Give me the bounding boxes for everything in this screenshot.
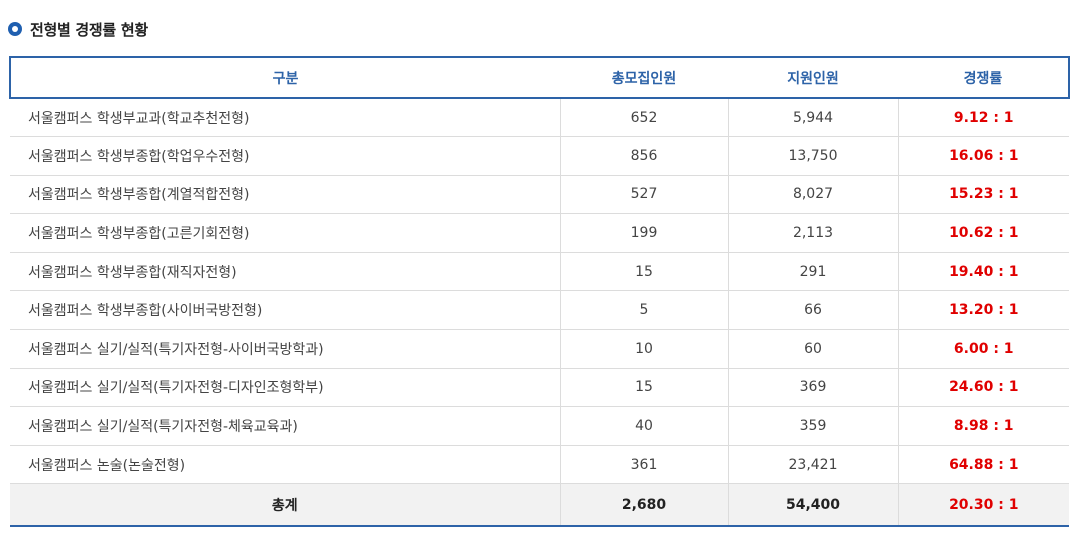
row-rate-cell: 64.88 : 1 (898, 445, 1069, 485)
row-name-cell: 서울캠퍼스 학생부교과(학교추천전형) (10, 98, 561, 138)
total-rate: 20.30 : 1 (898, 483, 1069, 527)
total-quota: 2,680 (560, 483, 729, 527)
row-name-cell: 서울캠퍼스 논술(논술전형) (10, 445, 561, 485)
row-quota-cell: 199 (560, 213, 729, 253)
row-name-cell: 서울캠퍼스 학생부종합(재직자전형) (10, 252, 561, 292)
row-name-cell: 서울캠퍼스 실기/실적(특기자전형-디자인조형학부) (10, 368, 561, 408)
section-header: 전형별 경쟁률 현황 (8, 18, 148, 40)
table-row: 서울캠퍼스 실기/실적(특기자전형-체육교육과) 40 359 8.98 : 1 (10, 406, 1069, 446)
total-label: 총계 (10, 483, 561, 527)
table-header-row: 구분 총모집인원 지원인원 경쟁률 (9, 56, 1070, 99)
row-name-cell: 서울캠퍼스 학생부종합(사이버국방전형) (10, 290, 561, 331)
row-applicants-cell: 13,750 (728, 136, 899, 176)
row-quota-cell: 10 (560, 329, 729, 369)
row-quota-cell: 40 (560, 406, 729, 446)
section-title: 전형별 경쟁률 현황 (30, 20, 148, 39)
row-rate-cell: 13.20 : 1 (898, 290, 1069, 331)
row-rate-cell: 8.98 : 1 (898, 406, 1069, 446)
row-quota-cell: 856 (560, 136, 729, 176)
row-applicants-cell: 60 (728, 329, 899, 369)
row-name-cell: 서울캠퍼스 실기/실적(특기자전형-사이버국방학과) (10, 329, 561, 369)
competition-rate-table: 구분 총모집인원 지원인원 경쟁률 서울캠퍼스 학생부교과(학교추천전형) 652… (9, 56, 1070, 527)
row-applicants-cell: 66 (728, 290, 899, 331)
table-row: 서울캠퍼스 학생부종합(학업우수전형) 856 13,750 16.06 : 1 (10, 136, 1069, 176)
header-rate: 경쟁률 (898, 56, 1070, 99)
row-name-cell: 서울캠퍼스 학생부종합(고른기회전형) (10, 213, 561, 253)
row-rate-cell: 6.00 : 1 (898, 329, 1069, 369)
header-applicants: 지원인원 (728, 56, 898, 99)
total-row: 총계 2,680 54,400 20.30 : 1 (10, 483, 1069, 527)
row-quota-cell: 15 (560, 252, 729, 292)
row-rate-cell: 24.60 : 1 (898, 368, 1069, 408)
row-applicants-cell: 8,027 (728, 175, 899, 215)
radio-bullet-icon (8, 22, 22, 36)
total-applicants: 54,400 (728, 483, 899, 527)
row-rate-cell: 16.06 : 1 (898, 136, 1069, 176)
row-quota-cell: 361 (560, 445, 729, 485)
row-applicants-cell: 369 (728, 368, 899, 408)
table-row: 서울캠퍼스 학생부종합(재직자전형) 15 291 19.40 : 1 (10, 252, 1069, 292)
row-rate-cell: 15.23 : 1 (898, 175, 1069, 215)
table-row: 서울캠퍼스 실기/실적(특기자전형-디자인조형학부) 15 369 24.60 : 1 (10, 368, 1069, 408)
table-row: 서울캠퍼스 학생부교과(학교추천전형) 652 5,944 9.12 : 1 (10, 98, 1069, 138)
header-quota: 총모집인원 (560, 56, 728, 99)
row-applicants-cell: 359 (728, 406, 899, 446)
row-name-cell: 서울캠퍼스 학생부종합(학업우수전형) (10, 136, 561, 176)
row-name-cell: 서울캠퍼스 실기/실적(특기자전형-체육교육과) (10, 406, 561, 446)
row-quota-cell: 527 (560, 175, 729, 215)
row-rate-cell: 9.12 : 1 (898, 98, 1069, 138)
header-category: 구분 (9, 56, 560, 99)
row-name-cell: 서울캠퍼스 학생부종합(계열적합전형) (10, 175, 561, 215)
row-quota-cell: 5 (560, 290, 729, 331)
row-applicants-cell: 291 (728, 252, 899, 292)
row-quota-cell: 15 (560, 368, 729, 408)
table-row: 서울캠퍼스 학생부종합(계열적합전형) 527 8,027 15.23 : 1 (10, 175, 1069, 215)
row-applicants-cell: 2,113 (728, 213, 899, 253)
table-row: 서울캠퍼스 실기/실적(특기자전형-사이버국방학과) 10 60 6.00 : 1 (10, 329, 1069, 369)
row-quota-cell: 652 (560, 98, 729, 138)
row-applicants-cell: 23,421 (728, 445, 899, 485)
row-rate-cell: 19.40 : 1 (898, 252, 1069, 292)
table-row: 서울캠퍼스 학생부종합(고른기회전형) 199 2,113 10.62 : 1 (10, 213, 1069, 253)
row-applicants-cell: 5,944 (728, 98, 899, 138)
row-rate-cell: 10.62 : 1 (898, 213, 1069, 253)
table-row: 서울캠퍼스 학생부종합(사이버국방전형) 5 66 13.20 : 1 (10, 290, 1069, 331)
table-row: 서울캠퍼스 논술(논술전형) 361 23,421 64.88 : 1 (10, 445, 1069, 485)
